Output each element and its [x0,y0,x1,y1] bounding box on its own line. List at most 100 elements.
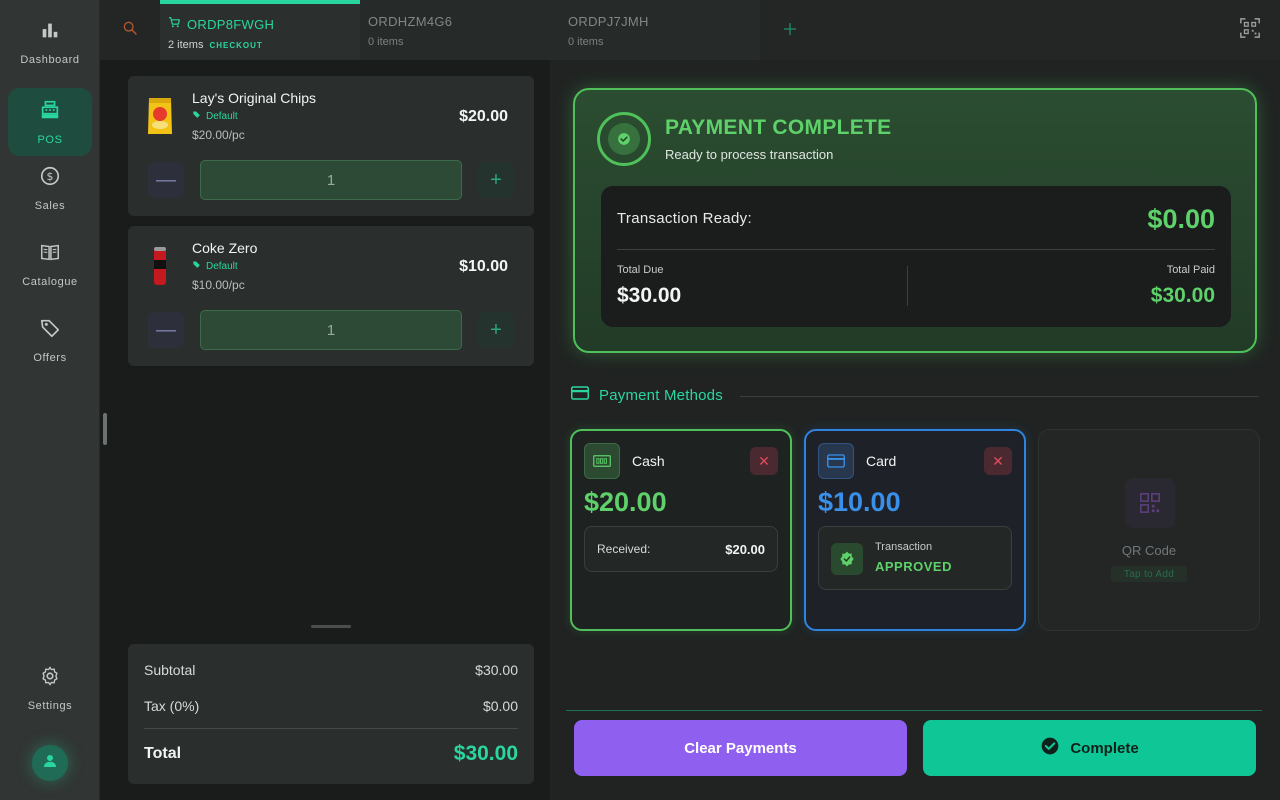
tag-icon [39,317,61,344]
tab-order-ordp8fwgh[interactable]: ORDP8FWGH 2 items CHECKOUT [160,0,360,60]
increase-quantity-button[interactable]: + [478,162,514,198]
banknote-icon [584,443,620,479]
complete-button-label: Complete [1070,739,1139,757]
sidebar-item-label: Catalogue [22,275,78,288]
tax-value: $0.00 [482,698,518,714]
item-name: Coke Zero [192,240,258,256]
tax-row: Tax (0%) $0.00 [144,698,518,714]
tab-title: ORDHZM4G6 [368,14,552,29]
tab-subtitle: 0 items [368,36,552,48]
remove-card-button[interactable]: ✕ [984,447,1012,475]
cash-method-name: Cash [632,453,665,469]
total-label: Total [144,745,182,762]
complete-button[interactable]: Complete [923,720,1256,776]
sidebar-item-pos[interactable]: POS [8,88,92,156]
card-amount: $10.00 [818,487,901,517]
sidebar-item-dashboard[interactable]: Dashboard [8,8,92,76]
received-value: $20.00 [725,541,765,557]
item-price: $10.00 [459,258,508,275]
received-label: Received: [597,542,651,556]
total-value: $30.00 [453,742,518,765]
cart-icon [168,16,181,32]
subtotal-label: Subtotal [144,662,196,678]
book-icon [39,241,61,268]
qr-code-icon [1125,478,1175,528]
payment-panel: PAYMENT COMPLETE Ready to process transa… [550,60,1280,800]
coke-product-image [142,244,178,288]
credit-card-icon [571,386,589,405]
sidebar-item-label: Offers [33,351,67,364]
actions-divider [566,710,1262,711]
item-price: $20.00 [459,108,508,125]
pos-app: Dashboard POS $ Sales Catalogue Offers S… [0,0,1280,800]
checkout-badge: CHECKOUT [209,40,263,50]
cash-register-icon [39,99,61,126]
order-summary: Subtotal $30.00 Tax (0%) $0.00 Total $30… [128,644,534,784]
sidebar-item-catalogue[interactable]: Catalogue [8,230,92,298]
remove-cash-button[interactable]: ✕ [750,447,778,475]
plus-icon: + [490,318,502,341]
cash-payment-card[interactable]: Cash ✕ $20.00 Received: $20.00 [570,429,792,631]
tab-subtitle: 2 items CHECKOUT [168,39,352,51]
tab-order-id: ORDP8FWGH [187,16,275,32]
close-icon: ✕ [992,452,1004,469]
sidebar-item-sales[interactable]: $ Sales [8,154,92,222]
add-order-tab-button[interactable] [760,0,820,60]
qr-tap-to-add: Tap to Add [1111,566,1187,582]
check-circle-icon [1040,736,1060,760]
tab-order-ordhzm4g6[interactable]: ORDHZM4G6 0 items [360,0,560,60]
summary-drag-grip[interactable] [311,625,351,628]
summary-divider [144,728,518,729]
transaction-vertical-divider [907,266,908,306]
decrease-quantity-button[interactable]: — [148,162,184,198]
sidebar-item-label: POS [37,133,63,146]
verified-badge-icon [831,543,863,575]
payment-status-card: PAYMENT COMPLETE Ready to process transa… [573,88,1257,353]
search-icon [122,20,138,41]
card-payment-card[interactable]: Card ✕ $10.00 Transaction APPROVED [804,429,1026,631]
minus-icon: — [156,168,176,191]
transaction-summary: Transaction Ready: $0.00 Total Due $30.0… [601,186,1231,327]
tab-order-id: ORDHZM4G6 [368,14,453,29]
sidebar-item-settings[interactable]: Settings [8,654,92,722]
variant-tag-icon [192,260,201,272]
card-method-name: Card [866,453,897,469]
user-avatar[interactable] [32,745,68,781]
transaction-status: APPROVED [875,559,952,574]
sidebar: Dashboard POS $ Sales Catalogue Offers S… [0,0,100,800]
tab-item-count: 0 items [568,36,604,48]
tab-order-ordpj7jmh[interactable]: ORDPJ7JMH 0 items [560,0,760,60]
decrease-quantity-button[interactable]: — [148,312,184,348]
qr-payment-card[interactable]: QR Code Tap to Add [1038,429,1260,631]
transaction-divider [617,249,1215,250]
cart-item[interactable]: Lay's Original Chips Default $20.00/pc $… [128,76,534,216]
quantity-input[interactable]: 1 [200,310,462,350]
payment-status-subtitle: Ready to process transaction [665,147,834,162]
variant-tag-icon [192,110,201,122]
sidebar-item-offers[interactable]: Offers [8,306,92,374]
item-unit-price: $10.00/pc [192,278,245,292]
subtotal-row: Subtotal $30.00 [144,662,518,678]
increase-quantity-button[interactable]: + [478,312,514,348]
sidebar-item-label: Dashboard [20,53,80,66]
dollar-icon: $ [39,165,61,192]
search-button[interactable] [100,0,160,60]
transaction-ready-value: $0.00 [1147,204,1215,234]
credit-card-icon [818,443,854,479]
payment-status-title: PAYMENT COMPLETE [665,116,892,139]
clear-payments-button[interactable]: Clear Payments [574,720,907,776]
qr-method-name: QR Code [1121,543,1177,558]
cash-received-box: Received: $20.00 [584,526,778,572]
payment-methods-title: Payment Methods [599,387,723,404]
panel-resize-handle[interactable] [103,413,107,445]
tab-item-count: 0 items [368,36,404,48]
cart-item[interactable]: Coke Zero Default $10.00/pc $10.00 — 1 + [128,226,534,366]
qr-scan-icon [1239,17,1261,44]
scan-button[interactable] [1230,10,1270,50]
payment-methods-header: Payment Methods [571,386,723,405]
gear-icon [39,665,61,692]
total-due-value: $30.00 [617,284,682,307]
quantity-input[interactable]: 1 [200,160,462,200]
total-paid-value: $30.00 [1150,284,1215,307]
total-due-label: Total Due [617,264,664,276]
